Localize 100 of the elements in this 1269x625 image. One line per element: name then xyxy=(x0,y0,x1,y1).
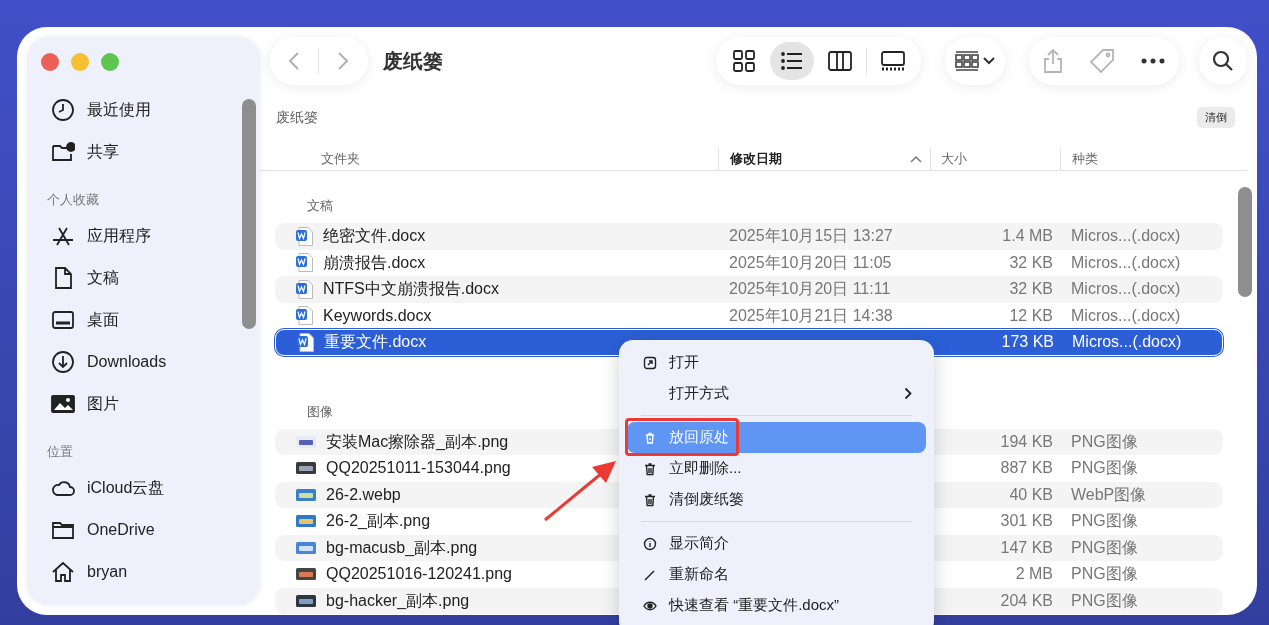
clock-icon xyxy=(51,98,75,122)
column-header[interactable]: 修改日期 xyxy=(730,149,782,169)
file-kind: Micros...(.docx) xyxy=(1070,226,1181,247)
share-icon[interactable] xyxy=(1043,48,1063,74)
trash-icon xyxy=(643,492,657,507)
file-name[interactable]: QQ20251011-153044.png xyxy=(326,456,511,481)
file-name[interactable]: 26-2.webp xyxy=(326,482,401,507)
image-thumbnail-icon xyxy=(296,541,316,554)
modified-date: 2025年10月15日 13:27 xyxy=(729,226,894,247)
context-menu-item[interactable]: 立即删除... xyxy=(627,453,926,484)
image-thumbnail-icon xyxy=(296,515,316,528)
sidebar-item[interactable]: 图片 xyxy=(51,383,260,425)
search-button[interactable] xyxy=(1199,37,1247,85)
image-thumbnail-icon xyxy=(296,435,316,448)
word-document-icon xyxy=(296,279,313,299)
sidebar-item[interactable]: OneDrive xyxy=(51,509,260,551)
empty-trash-button[interactable]: 清倒 xyxy=(1197,107,1235,128)
trash-restore-icon xyxy=(643,430,657,445)
word-document-icon xyxy=(296,306,313,326)
view-button[interactable] xyxy=(770,42,814,80)
file-kind: PNG图像 xyxy=(1070,431,1138,452)
shared-folder-icon xyxy=(51,140,75,164)
file-name[interactable]: 绝密文件.docx xyxy=(323,224,426,249)
file-size: 40 KB xyxy=(1008,484,1053,505)
sidebar-scrollbar[interactable] xyxy=(242,99,256,329)
sort-ascending-icon xyxy=(910,155,922,163)
file-name[interactable]: 26-2_副本.png xyxy=(326,509,431,534)
column-header[interactable]: 大小 xyxy=(941,149,967,169)
word-document-icon xyxy=(296,253,313,273)
file-size: 204 KB xyxy=(999,590,1053,611)
context-menu-item[interactable]: 打开方式 xyxy=(627,378,926,409)
group-button[interactable] xyxy=(945,37,1005,85)
download-icon xyxy=(51,350,75,374)
sidebar-item[interactable]: bryan xyxy=(51,551,260,593)
context-menu-item[interactable]: 清倒废纸篓 xyxy=(627,484,926,515)
close-window-button[interactable] xyxy=(41,53,59,71)
file-kind: PNG图像 xyxy=(1070,458,1138,479)
menu-item-label: 快速查看 “重要文件.docx” xyxy=(669,595,840,616)
file-size: 887 KB xyxy=(999,458,1053,479)
image-thumbnail-icon xyxy=(296,594,316,607)
file-name[interactable]: bg-hacker_副本.png xyxy=(326,588,470,613)
file-size: 147 KB xyxy=(999,537,1053,558)
search-icon xyxy=(1212,50,1234,72)
more-icon[interactable] xyxy=(1141,58,1165,64)
word-document-icon xyxy=(296,226,313,246)
sidebar-item[interactable]: 桌面 xyxy=(51,299,260,341)
file-size: 32 KB xyxy=(1008,252,1053,273)
open-icon xyxy=(643,355,657,370)
file-name[interactable]: 安装Mac擦除器_副本.png xyxy=(326,429,509,454)
image-thumbnail-icon xyxy=(296,568,316,581)
file-kind: PNG图像 xyxy=(1070,511,1138,532)
location-label: 废纸篓 xyxy=(276,108,318,127)
file-name[interactable]: Keywords.docx xyxy=(323,303,432,328)
file-size: 12 KB xyxy=(1008,305,1053,326)
menu-item-label: 打开方式 xyxy=(669,383,730,404)
window-title: 废纸篓 xyxy=(383,49,443,74)
menu-item-label: 显示简介 xyxy=(669,533,730,554)
file-name[interactable]: NTFS中文崩溃报告.docx xyxy=(323,277,499,302)
list-scrollbar[interactable] xyxy=(1238,187,1252,297)
file-kind: Micros...(.docx) xyxy=(1071,332,1182,353)
column-header[interactable]: 文件夹 xyxy=(321,149,360,169)
annotation-arrow xyxy=(544,461,616,522)
column-header[interactable]: 种类 xyxy=(1072,149,1098,169)
zoom-window-button[interactable] xyxy=(101,53,119,71)
minimize-window-button[interactable] xyxy=(71,53,89,71)
file-kind: Micros...(.docx) xyxy=(1070,305,1181,326)
group-title: 文稿 xyxy=(307,196,333,215)
modified-date: 2025年10月21日 14:38 xyxy=(729,305,894,326)
gallery-view-icon xyxy=(881,49,905,73)
trash-icon xyxy=(643,461,657,476)
sidebar-item[interactable]: 文稿 xyxy=(51,257,260,299)
menu-item-label: 打开 xyxy=(669,352,700,373)
modified-date: 2025年10月20日 11:11 xyxy=(729,279,892,300)
sidebar-item[interactable]: 应用程序 xyxy=(51,215,260,257)
menu-item-label: 重新命名 xyxy=(669,564,730,585)
context-menu-item[interactable]: 打开 xyxy=(627,347,926,378)
display-icon xyxy=(51,308,75,332)
context-menu-item[interactable]: 重新命名 xyxy=(627,559,926,590)
image-thumbnail-icon xyxy=(296,462,316,475)
grid-icon xyxy=(955,50,979,72)
chevron-down-icon xyxy=(983,57,995,65)
info-icon xyxy=(643,536,657,551)
sidebar-item[interactable]: 共享 xyxy=(51,131,260,173)
file-kind: Micros...(.docx) xyxy=(1070,279,1181,300)
tag-icon[interactable] xyxy=(1089,48,1115,74)
file-name[interactable]: 崩溃报告.docx xyxy=(323,250,426,275)
icon-view-icon xyxy=(732,49,756,73)
modified-date: 2025年10月20日 11:05 xyxy=(729,252,893,273)
context-menu-item[interactable]: 显示简介 xyxy=(627,528,926,559)
sidebar-item[interactable]: iCloud云盘 xyxy=(51,467,260,509)
sidebar-item[interactable]: Downloads xyxy=(51,341,260,383)
house-icon xyxy=(51,560,75,584)
chevron-left-icon xyxy=(288,51,300,71)
file-name[interactable]: QQ20251016-120241.png xyxy=(326,562,512,587)
file-size: 301 KB xyxy=(999,511,1053,532)
file-kind: PNG图像 xyxy=(1070,537,1138,558)
context-menu-item[interactable]: 快速查看 “重要文件.docx” xyxy=(627,590,926,621)
sidebar-item[interactable]: 最近使用 xyxy=(51,89,260,131)
file-name[interactable]: bg-macusb_副本.png xyxy=(326,535,478,560)
file-name[interactable]: 重要文件.docx xyxy=(324,330,427,355)
